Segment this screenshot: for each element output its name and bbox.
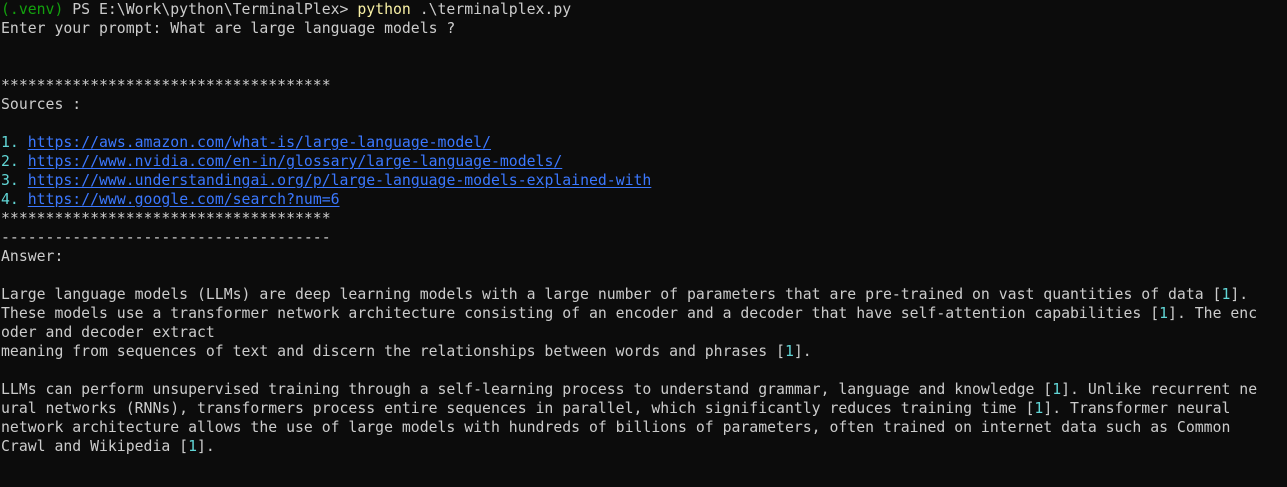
citation-number: 1 — [1034, 400, 1044, 417]
source-link[interactable]: https://aws.amazon.com/what-is/large-lan… — [28, 134, 491, 151]
answer-text: ]. Transformer neural — [1043, 400, 1231, 417]
input-prompt-line: Enter your prompt: What are large langua… — [1, 20, 456, 37]
answer-text-line: ural networks (RNNs), transformers proce… — [1, 399, 1287, 418]
answer-text: Large language models (LLMs) are deep le… — [1, 286, 1222, 303]
answer-text: These models use a transformer network a… — [1, 305, 1160, 322]
citation-number: 1 — [784, 343, 794, 360]
answer-text-line: Crawl and Wikipedia [1]. — [1, 437, 1287, 456]
stars-divider-bottom: ************************************* — [1, 210, 331, 227]
answer-text: ]. — [197, 438, 215, 455]
source-number: 4. — [1, 191, 19, 208]
answer-text: ]. The enc — [1168, 305, 1258, 322]
source-item: 3. https://www.understandingai.org/p/lar… — [1, 171, 1287, 190]
answer-label: Answer: — [1, 248, 64, 265]
shell-prompt-line: (.venv) PS E:\Work\python\TerminalPlex> … — [1, 0, 1287, 19]
ps-path: PS E:\Work\python\TerminalPlex> — [63, 1, 358, 18]
answer-text: meaning from sequences of text and disce… — [1, 343, 785, 360]
answer-text-line: These models use a transformer network a… — [1, 304, 1287, 323]
venv-indicator: (.venv) — [1, 1, 64, 18]
answer-text-line: Large language models (LLMs) are deep le… — [1, 285, 1287, 304]
dashes-divider: ------------------------------------- — [1, 229, 331, 246]
sources-label: Sources : — [1, 96, 82, 113]
answer-text: ]. Unlike recurrent ne — [1061, 381, 1258, 398]
stars-divider-top: ************************************* — [1, 77, 331, 94]
answer-text-line: network architecture allows the use of l… — [1, 419, 1231, 436]
source-number: 3. — [1, 172, 19, 189]
citation-number: 1 — [188, 438, 197, 455]
source-link[interactable]: https://www.google.com/search?num=6 — [28, 191, 340, 208]
answer-text-line: LLMs can perform unsupervised training t… — [1, 380, 1287, 399]
terminal-window[interactable]: (.venv) PS E:\Work\python\TerminalPlex> … — [0, 0, 1287, 487]
source-number: 2. — [1, 153, 19, 170]
citation-number: 1 — [1159, 305, 1169, 322]
source-item: 2. https://www.nvidia.com/en-in/glossary… — [1, 152, 1287, 171]
answer-text: Crawl and Wikipedia [ — [1, 438, 189, 455]
answer-text: LLMs can perform unsupervised training t… — [1, 381, 1053, 398]
source-number: 1. — [1, 134, 19, 151]
answer-text-line: meaning from sequences of text and disce… — [1, 342, 1287, 361]
answer-text: ]. — [793, 343, 812, 360]
source-link[interactable]: https://www.understandingai.org/p/large-… — [28, 172, 652, 189]
command-args: .\terminalplex.py — [410, 1, 572, 18]
command-name: python — [357, 1, 411, 18]
answer-text-line: oder and decoder extract — [1, 324, 215, 341]
answer-text: ]. — [1230, 286, 1249, 303]
source-link[interactable]: https://www.nvidia.com/en-in/glossary/la… — [28, 153, 563, 170]
answer-text: ural networks (RNNs), transformers proce… — [1, 400, 1035, 417]
citation-number: 1 — [1052, 381, 1062, 398]
source-item: 1. https://aws.amazon.com/what-is/large-… — [1, 133, 1287, 152]
source-item: 4. https://www.google.com/search?num=6 — [1, 190, 1287, 209]
